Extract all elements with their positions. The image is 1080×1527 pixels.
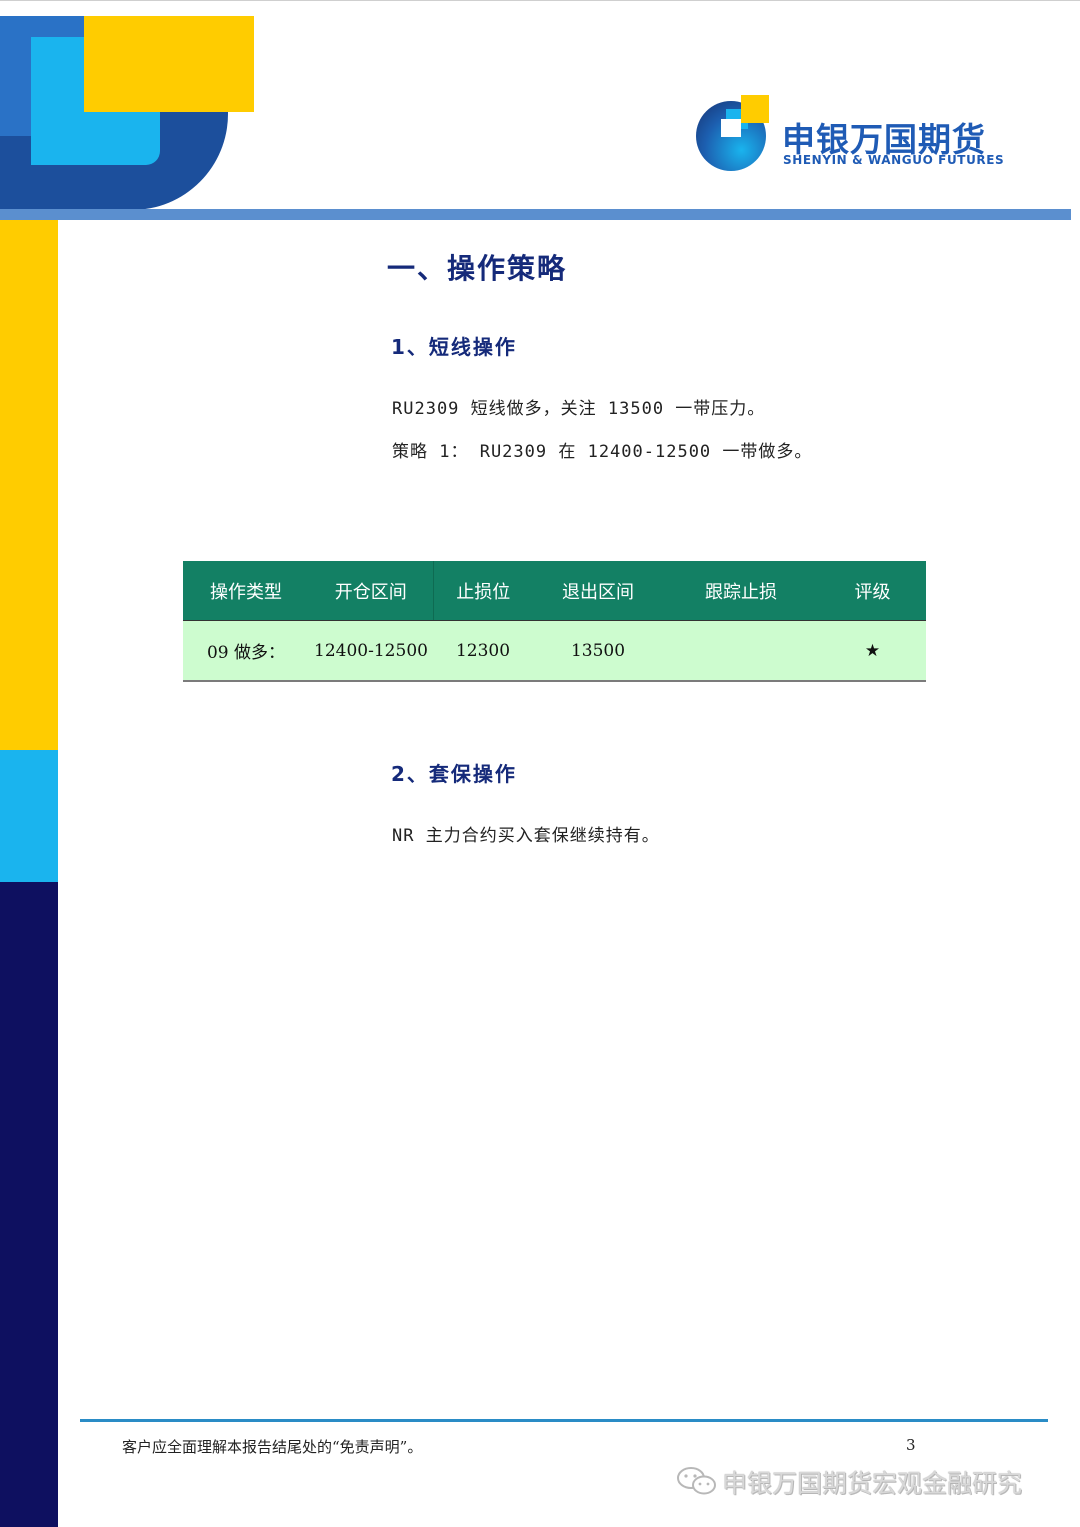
table-cell: 13500: [533, 620, 663, 682]
top-border-line: [0, 0, 1080, 1]
sidebar-cyan-segment: [0, 750, 58, 882]
short-term-line-1: RU2309 短线做多，关注 13500 一带压力。: [392, 399, 766, 419]
subsection-short-term-title: 1、短线操作: [391, 335, 517, 359]
sidebar-navy-segment: [0, 882, 58, 1527]
footer-disclaimer-note: 客户应全面理解本报告结尾处的“免责声明”。: [122, 1438, 423, 1456]
table-header-cell: 跟踪止损: [663, 561, 819, 621]
company-logo: 申银万国期货 SHENYIN & WANGUO FUTURES: [696, 95, 1004, 173]
table-row: 09 做多： 12400-12500 12300 13500 ★: [183, 620, 926, 682]
page-number: 3: [906, 1436, 916, 1454]
sidebar-yellow-segment: [0, 220, 58, 750]
header-rule: [0, 209, 1071, 220]
logo-english-name: SHENYIN & WANGUO FUTURES: [783, 153, 1005, 167]
section-title: 一、操作策略: [387, 252, 568, 285]
footer-rule: [80, 1419, 1048, 1422]
hedging-line-1: NR 主力合约买入套保继续持有。: [392, 826, 660, 846]
logo-yellow-square: [741, 95, 769, 123]
table-cell: [663, 620, 819, 682]
watermark-text: 申银万国期货宏观金融研究: [722, 1469, 1023, 1498]
table-header-cell: 开仓区间: [309, 561, 434, 621]
wechat-icon: [677, 1467, 716, 1495]
table-cell: 12300: [433, 620, 533, 682]
table-cell-rating-star: ★: [819, 620, 926, 682]
table-header-row: 操作类型 开仓区间 止损位 退出区间 跟踪止损 评级: [183, 561, 926, 621]
table-header-cell: 操作类型: [183, 561, 309, 621]
header-decoration-yellow-block: [84, 16, 254, 112]
strategy-table: 操作类型 开仓区间 止损位 退出区间 跟踪止损 评级 09 做多： 12400-…: [183, 561, 926, 682]
table-header-cell: 止损位: [433, 561, 533, 621]
subsection-hedging-title: 2、套保操作: [391, 762, 517, 786]
table-header-cell: 评级: [819, 561, 926, 621]
table-cell: 09 做多：: [183, 620, 309, 682]
table-header-cell: 退出区间: [533, 561, 663, 621]
short-term-line-2: 策略 1： RU2309 在 12400-12500 一带做多。: [392, 442, 813, 462]
wechat-watermark: 申银万国期货宏观金融研究: [676, 1462, 1056, 1502]
table-cell: 12400-12500: [309, 620, 433, 682]
logo-white-square: [721, 119, 741, 137]
